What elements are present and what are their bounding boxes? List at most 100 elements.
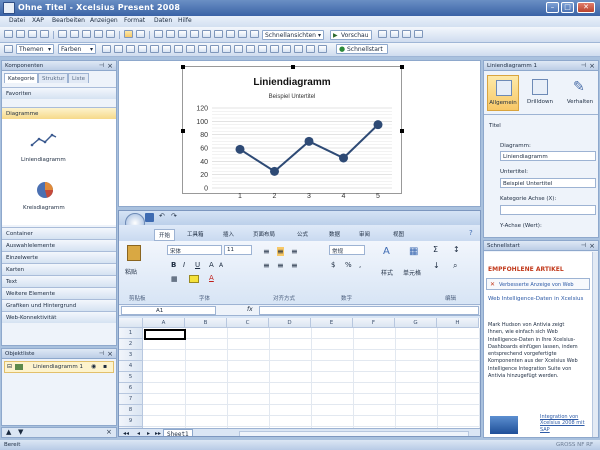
- tab-home[interactable]: 开始: [154, 229, 176, 241]
- export-icon[interactable]: [166, 30, 175, 38]
- themes-dropdown[interactable]: Themen ▾: [16, 44, 54, 54]
- data-point[interactable]: [270, 166, 279, 176]
- layout-icon[interactable]: [4, 45, 13, 53]
- category-favoriten[interactable]: Favoriten: [2, 87, 116, 99]
- tab-verhalten[interactable]: ✎ Verhalten: [561, 75, 599, 111]
- row-header[interactable]: 4: [119, 361, 143, 372]
- lock-icon[interactable]: ▪: [103, 363, 107, 370]
- subtitle-input[interactable]: Beispiel Untertitel: [500, 178, 596, 188]
- delete-icon[interactable]: ×: [106, 428, 112, 436]
- row-header[interactable]: 9: [119, 416, 143, 427]
- pie-chart-thumbnail-icon[interactable]: [34, 179, 56, 201]
- sheet-tab-sheet1[interactable]: Sheet1: [163, 429, 193, 436]
- underline-button[interactable]: U: [195, 261, 200, 269]
- tab-review[interactable]: 审阅: [359, 230, 370, 238]
- pin-icon[interactable]: ⊣: [99, 350, 104, 357]
- column-header[interactable]: E: [311, 318, 353, 328]
- export-web-icon[interactable]: [414, 30, 423, 38]
- italic-icon[interactable]: [114, 45, 123, 53]
- close-button[interactable]: ✕: [577, 2, 595, 13]
- design-canvas[interactable]: Liniendiagramm Beispiel Untertitel 0 20 40…: [118, 60, 481, 207]
- data-point[interactable]: [373, 120, 383, 130]
- sort-icon[interactable]: ↕: [453, 245, 460, 254]
- article-link-1[interactable]: Verbesserte Anzeige von Web: [499, 282, 574, 288]
- row-header[interactable]: 8: [119, 405, 143, 416]
- close-icon[interactable]: ×: [589, 62, 595, 70]
- space-icon[interactable]: [234, 45, 243, 53]
- fx-icon[interactable]: fx: [247, 306, 253, 313]
- undo-icon[interactable]: [94, 30, 103, 38]
- column-header[interactable]: C: [227, 318, 269, 328]
- paste-button[interactable]: 粘贴: [123, 245, 147, 277]
- send-back-icon[interactable]: [186, 45, 195, 53]
- category-web-konnektivitaet[interactable]: Web-Konnektivität: [2, 311, 116, 323]
- formula-input[interactable]: [259, 306, 479, 315]
- shrink-font-button[interactable]: A: [219, 262, 223, 269]
- x-axis-input[interactable]: [500, 205, 596, 215]
- autosum-icon[interactable]: Σ: [433, 245, 438, 254]
- row-header[interactable]: 1: [119, 328, 143, 339]
- redo-icon[interactable]: ↷: [171, 212, 177, 220]
- tab-kategorie[interactable]: Kategorie: [4, 73, 39, 83]
- category-text[interactable]: Text: [2, 275, 116, 287]
- cell-grid[interactable]: ABCDEFGH 12345678910: [119, 318, 480, 436]
- data-point[interactable]: [339, 153, 348, 163]
- undo-icon[interactable]: ↶: [159, 212, 165, 220]
- canvas-icon[interactable]: [318, 45, 327, 53]
- line-chart-thumbnail-icon[interactable]: [30, 127, 58, 155]
- column-header[interactable]: G: [395, 318, 437, 328]
- category-einzelwerte[interactable]: Einzelwerte: [2, 251, 116, 263]
- pin-icon[interactable]: ⊣: [581, 242, 586, 249]
- percent-icon[interactable]: %: [345, 261, 352, 269]
- row-header[interactable]: 5: [119, 372, 143, 383]
- item-kreisdiagramm[interactable]: Kreisdiagramm: [23, 205, 65, 211]
- column-header[interactable]: F: [353, 318, 395, 328]
- border-icon[interactable]: [162, 45, 171, 53]
- bring-front-icon[interactable]: [174, 45, 183, 53]
- category-auswahlelemente[interactable]: Auswahlelemente: [2, 239, 116, 251]
- cells-button[interactable]: ▦ 单元格: [403, 244, 425, 284]
- cut-icon[interactable]: [58, 30, 67, 38]
- redo-icon[interactable]: [106, 30, 115, 38]
- lock-icon[interactable]: [258, 45, 267, 53]
- hide-icon[interactable]: [270, 45, 279, 53]
- category-karten[interactable]: Karten: [2, 263, 116, 275]
- menu-daten[interactable]: Daten: [154, 17, 172, 24]
- quickstart-button[interactable]: ● Schnellstart: [336, 44, 388, 54]
- article-card[interactable]: ✕ Verbesserte Anzeige von Web: [486, 278, 590, 290]
- align-right-icon[interactable]: ≡: [291, 261, 298, 270]
- column-header[interactable]: B: [185, 318, 227, 328]
- horizontal-scrollbar[interactable]: [239, 431, 469, 436]
- category-grafiken[interactable]: Grafiken und Hintergrund: [2, 299, 116, 311]
- pin-icon[interactable]: ⊣: [99, 62, 104, 69]
- align-middle-icon[interactable]: ≡: [277, 247, 284, 256]
- tab-allgemein[interactable]: Allgemein: [487, 75, 519, 111]
- align-left-icon[interactable]: [178, 30, 187, 38]
- align-middle-icon[interactable]: [226, 30, 235, 38]
- print-icon[interactable]: [40, 30, 49, 38]
- data-point[interactable]: [304, 136, 314, 146]
- align-top-icon[interactable]: ≡: [263, 247, 270, 256]
- fit-icon[interactable]: [306, 45, 315, 53]
- currency-icon[interactable]: $: [331, 261, 335, 269]
- align-bottom-icon[interactable]: ≡: [291, 247, 298, 256]
- article-link-2[interactable]: Web Intelligence-Daten in Xcelsius: [488, 296, 583, 302]
- category-weitere-elemente[interactable]: Weitere Elemente: [2, 287, 116, 299]
- font-color-icon[interactable]: [150, 45, 159, 53]
- group-icon[interactable]: [198, 45, 207, 53]
- close-icon[interactable]: ×: [107, 350, 113, 358]
- fill-icon[interactable]: ↓: [433, 261, 440, 270]
- comma-icon[interactable]: ,: [359, 261, 361, 269]
- category-container[interactable]: Container: [2, 227, 116, 239]
- category-diagramme[interactable]: Diagramme: [2, 107, 116, 119]
- tab-liste[interactable]: Liste: [68, 73, 89, 83]
- item-liniendiagramm[interactable]: Liniendiagramm: [21, 157, 66, 163]
- quick-views-dropdown[interactable]: Schnellansichten ▾: [262, 30, 324, 40]
- tab-insert[interactable]: 插入: [223, 230, 234, 238]
- move-up-icon[interactable]: ▲: [6, 428, 11, 436]
- save-icon[interactable]: [28, 30, 37, 38]
- close-icon[interactable]: ×: [589, 242, 595, 250]
- font-color-icon[interactable]: A: [209, 274, 214, 282]
- add-icon[interactable]: [136, 30, 145, 38]
- article-link-3[interactable]: Integration von Xcelsius 2008 mit SAP: [540, 414, 590, 433]
